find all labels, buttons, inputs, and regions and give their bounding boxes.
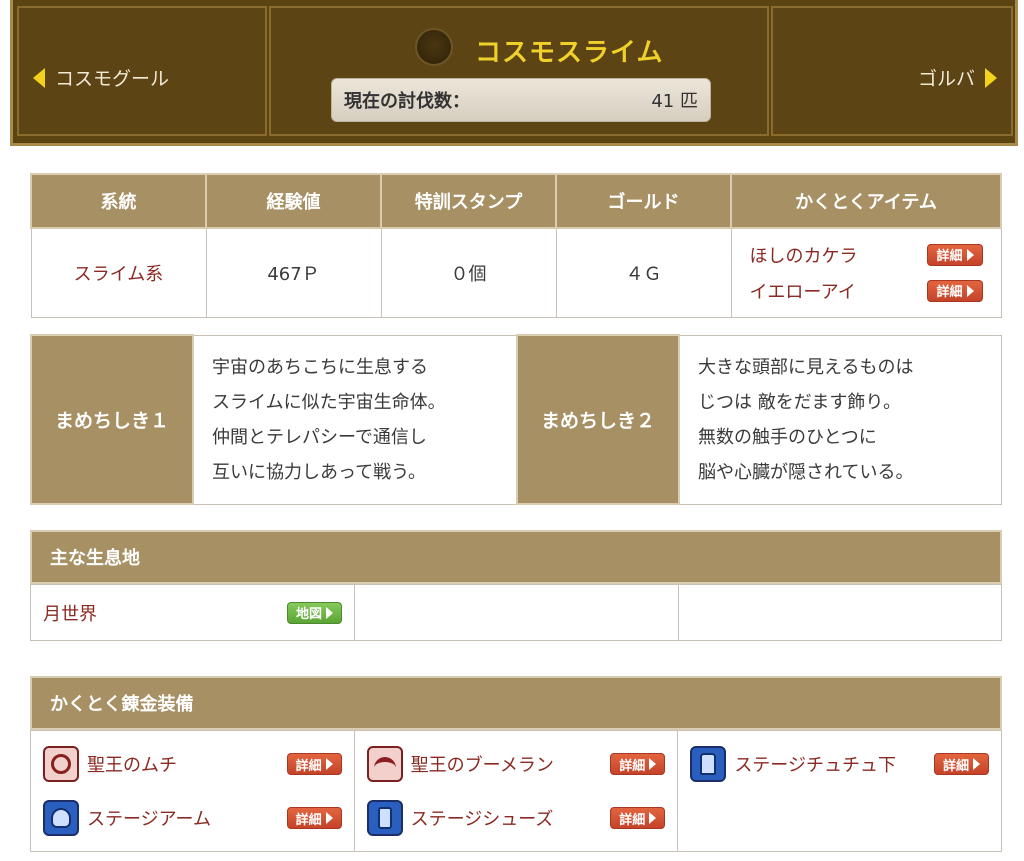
equipment-row: 聖王のムチ 詳細 [43,737,342,791]
trivia-line: スライムに似た宇宙生命体。 [212,391,446,413]
monster-orb-icon [415,28,453,66]
trivia-1-label: まめちしき１ [30,334,194,505]
whip-icon [43,746,79,782]
equipment-row: ステージアーム 詳細 [43,791,342,845]
header-items: かくとくアイテム [730,173,1002,229]
item-row: ほしのカケラ 詳細 [750,237,1001,273]
stats-table: 系統 経験値 特訓スタンプ ゴールド かくとくアイテム スライム系 467Ｐ ０… [30,173,1002,318]
arrow-left-icon [33,67,45,88]
habitat-empty-cell [354,584,679,641]
exp-value: 467Ｐ [205,227,382,318]
kill-count-box: 現在の討伐数： 41 匹 [331,78,711,122]
trivia-line: 無数の触手のひとつに [698,426,877,448]
next-monster-link[interactable]: ゴルバ [918,64,997,91]
trivia-table: まめちしき１ 宇宙のあちこちに生息する スライムに似た宇宙生命体。 仲間とテレパ… [30,334,1002,505]
equipment-detail-button[interactable]: 詳細 [286,753,342,775]
play-icon [966,248,974,261]
header-stamps: 特訓スタンプ [380,173,557,229]
equipment-detail-button[interactable]: 詳細 [933,753,989,775]
equipment-section-title: かくとく錬金装備 [30,676,1002,730]
equipment-row: ステージチュチュ下 詳細 [690,737,989,791]
equipment-link[interactable]: 聖王のブーメラン [366,746,554,782]
trivia-line: 互いに協力しあって戦う。 [212,461,427,483]
equipment-name: ステージアーム [87,809,212,830]
equipment-name: ステージシューズ [410,809,554,830]
trivia-line: 脳や心臓が隠されている。 [698,461,914,483]
trivia-line: 仲間とテレパシーで通信し [212,426,427,448]
arrow-right-icon [985,67,997,88]
map-label: 地図 [295,607,322,622]
play-icon [649,812,657,824]
detail-label: 詳細 [936,249,963,265]
equipment-name: ステージチュチュ下 [734,755,896,776]
item-name-link[interactable]: イエローアイ [750,278,856,304]
kill-count-value: 41 匹 [651,91,698,112]
detail-label: 詳細 [619,758,646,774]
habitat-place-link[interactable]: 月世界 [43,600,97,626]
play-icon [326,606,333,619]
item-detail-button[interactable]: 詳細 [927,279,983,302]
detail-label: 詳細 [619,812,646,828]
items-cell: ほしのカケラ 詳細 イエローアイ 詳細 [730,227,1002,318]
habitat-section-title: 主な生息地 [30,530,1002,584]
equipment-link[interactable]: ステージシューズ [366,800,554,836]
detail-label: 詳細 [942,758,969,774]
equipment-column: 聖王のムチ 詳細 ステージアーム 詳細 [30,730,355,852]
next-monster-label: ゴルバ [917,68,975,90]
detail-label: 詳細 [936,285,963,301]
header-family: 系統 [30,173,207,229]
equipment-name: 聖王のムチ [87,755,177,776]
leg-armor-icon [690,746,727,782]
equipment-detail-button[interactable]: 詳細 [610,807,666,829]
equipment-link[interactable]: 聖王のムチ [43,746,177,782]
equipment-name: 聖王のブーメラン [410,755,554,776]
trivia-1-text: 宇宙のあちこちに生息する スライムに似た宇宙生命体。 仲間とテレパシーで通信し … [192,334,518,505]
play-icon [649,758,657,770]
family-value: スライム系 [30,227,207,318]
trivia-line: 大きな頭部に見えるものは [698,356,914,378]
next-monster-cell: ゴルバ [771,6,1013,136]
prev-monster-label: コスモグール [55,68,170,90]
play-icon [973,758,980,770]
detail-label: 詳細 [295,812,322,828]
equipment-table: 聖王のムチ 詳細 ステージアーム 詳細 聖王のブーメラン 詳細 ステージシューズ… [30,730,1002,852]
trivia-2-text: 大きな頭部に見えるものは じつは 敵をだます飾り。 無数の触手のひとつに 脳や心… [678,334,1002,505]
equipment-link[interactable]: ステージアーム [43,800,211,836]
equipment-detail-button[interactable]: 詳細 [610,753,666,775]
equipment-row: 聖王のブーメラン 詳細 [366,737,666,791]
stamps-value: ０個 [380,227,557,318]
item-name-link[interactable]: ほしのカケラ [750,242,858,268]
boots-icon [366,800,403,836]
header-exp: 経験値 [205,173,382,229]
gold-value: ４Ｇ [555,227,732,318]
map-button[interactable]: 地図 [286,601,342,624]
habitat-empty-cell [678,584,1002,641]
play-icon [966,284,974,297]
boomerang-icon [366,746,403,782]
trivia-line: じつは 敵をだます飾り。 [698,391,902,413]
play-icon [325,812,333,824]
equipment-column: ステージチュチュ下 詳細 [677,730,1002,852]
arm-armor-icon [43,800,79,836]
play-icon [325,758,333,770]
prev-monster-link[interactable]: コスモグール [33,64,169,91]
monster-title-cell: コスモスライム 現在の討伐数： 41 匹 [269,6,769,136]
equipment-detail-button[interactable]: 詳細 [286,807,342,829]
prev-monster-cell: コスモグール [17,6,267,136]
equipment-row: ステージシューズ 詳細 [366,791,666,845]
monster-header: コスモグール コスモスライム 現在の討伐数： 41 匹 ゴルバ [10,0,1018,146]
equipment-link[interactable]: ステージチュチュ下 [690,746,896,782]
equipment-column: 聖王のブーメラン 詳細 ステージシューズ 詳細 [353,730,679,852]
item-detail-button[interactable]: 詳細 [927,243,983,266]
item-row: イエローアイ 詳細 [750,273,1001,309]
trivia-2-label: まめちしき２ [516,334,680,505]
monster-name: コスモスライム [475,38,664,68]
trivia-line: 宇宙のあちこちに生息する [212,356,428,378]
habitat-cell: 月世界 地図 [30,584,355,641]
header-gold: ゴールド [555,173,732,229]
habitat-table: 月世界 地図 [30,584,1002,641]
kill-count-label: 現在の討伐数： [344,91,470,112]
detail-label: 詳細 [295,758,322,774]
